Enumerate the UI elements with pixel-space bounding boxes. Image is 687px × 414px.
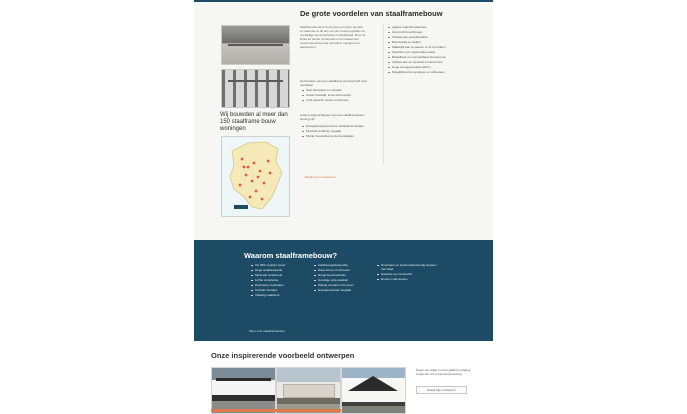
list-item: Uitstekende geluidsisolatie — [388, 35, 462, 39]
section-title: De grote voordelen van staalframebouw — [300, 9, 443, 18]
list-item: Duurzaam en toekomstbestendig bouwen met… — [377, 263, 437, 271]
list-item: Snelle bouwtijd, korte doorlooptijd — [302, 93, 374, 97]
list-item: Lagere onderhoudskosten — [388, 25, 462, 29]
list-item: Ervaren vakmensen — [377, 277, 437, 281]
subheading-2: Andere eigenschappen van een staalframeb… — [300, 113, 365, 121]
netherlands-map[interactable] — [221, 136, 290, 217]
list-item: Minder bouwafval op de bouwplaats — [302, 134, 374, 138]
intro-text: Staalframebouw is bezig aan een grote op… — [300, 25, 366, 49]
list-item: Voldoet aan de nieuwste bouwnormen — [388, 60, 462, 64]
why-more-link[interactable]: Meer over staalframebouw — [249, 329, 285, 333]
list-item: Geschikt voor vrijwel elke locatie — [388, 50, 462, 54]
list-item: Duurzame materialen — [251, 283, 311, 287]
list-item: Tot 30% snellere bouw — [251, 263, 311, 267]
list-item: Hoge isolatiewaarde — [251, 268, 311, 272]
list-item: Aardbevingsbestendig — [314, 263, 374, 267]
map-heading: Wij bouwden al meer dan 150 staalframe b… — [220, 112, 288, 132]
view-all-designs-button[interactable]: Bekijk alle ontwerpen — [416, 386, 467, 394]
list-item: Brandveilig en stabiel — [388, 40, 462, 44]
list-item: Licht gewicht, sterke constructie — [302, 98, 374, 102]
benefits-list-1: Zeer duurzaam en circulair Snelle bouwti… — [302, 88, 374, 103]
interior-photo — [221, 25, 290, 65]
why-list-2: Aardbevingsbestendig Geen krimp of scheu… — [314, 263, 374, 293]
list-item: Weinig overlast in de buurt — [314, 283, 374, 287]
list-item: Volledig maatwerk — [251, 293, 311, 297]
list-item: Circulair bouwen — [251, 288, 311, 292]
why-title: Waarom staalframebouw? — [244, 251, 338, 260]
example-project-card[interactable] — [211, 367, 276, 414]
gallery-text: Neem een kijkje in onze gallerij en laat… — [416, 368, 471, 376]
top-accent-line — [194, 0, 493, 2]
list-item: Lichte constructie — [251, 278, 311, 282]
process-link[interactable]: Bekijk ons bouwproces — [305, 175, 336, 179]
why-list-1: Tot 30% snellere bouw Hoge isolatiewaard… — [251, 263, 311, 298]
subheading-1: Het bouwen van een staalframe woning hee… — [300, 79, 367, 87]
list-item: Gunstige prijs-kwaliteit — [314, 278, 374, 282]
benefits-list-3: Lagere onderhoudskosten Gezond binnenkli… — [388, 25, 462, 75]
list-item: Energiebesparend door uitstekende isolat… — [302, 124, 374, 128]
list-item: Minimaal onderhoud — [251, 273, 311, 277]
list-item: Gezond binnenklimaat — [388, 30, 462, 34]
list-item: Betaalbaar en voorspelbaar bouwproces — [388, 55, 462, 59]
list-item: Zeer duurzaam en circulair — [302, 88, 374, 92]
list-item: Hoge energieprestatie (EPC) — [388, 65, 462, 69]
benefits-list-2: Energiebesparend door uitstekende isolat… — [302, 124, 374, 139]
example-project-card[interactable] — [276, 367, 341, 414]
list-item: Flexibele indeling mogelijk — [302, 129, 374, 133]
steel-frame-photo — [221, 69, 290, 108]
list-item: Droge bouwmethode — [314, 273, 374, 277]
why-list-3: Duurzaam en toekomstbestendig bouwen met… — [377, 263, 437, 282]
list-item: Makkelijk aan te passen of uit te breide… — [388, 45, 462, 49]
example-project-card[interactable] — [341, 367, 406, 414]
list-item: Geen krimp of scheuren — [314, 268, 374, 272]
list-item: Energieneutraal mogelijk — [314, 288, 374, 292]
list-item: Garantie op constructie — [377, 272, 437, 276]
column-divider — [383, 24, 384, 164]
list-item: Mogelijkheid tot optoppen en uitbouwen — [388, 70, 462, 74]
examples-title: Onze inspirerende voorbeeld ontwerpen — [211, 351, 355, 360]
